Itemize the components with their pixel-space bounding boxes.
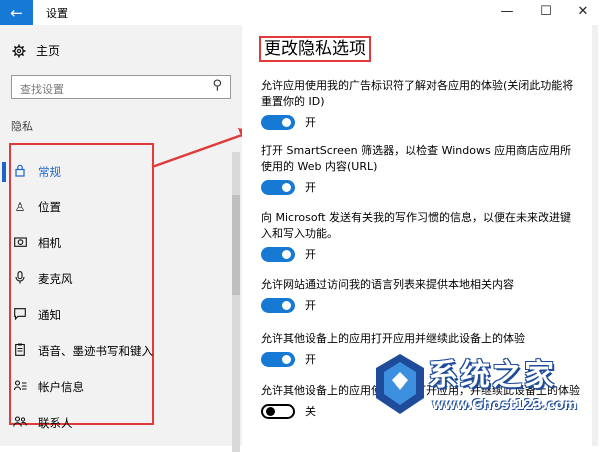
watermark-title: 系统之家 — [428, 358, 556, 393]
setting-advertising-id: 允许应用使用我的广告标识符了解对各应用的体验(关闭此功能将重置你的 ID) 开 — [261, 78, 581, 130]
search-icon: ⚲ — [212, 78, 222, 93]
toggle-state-label: 开 — [305, 116, 316, 129]
writing-habits-toggle[interactable] — [261, 246, 295, 262]
account-info-icon — [13, 380, 27, 394]
minimize-button[interactable]: — — [492, 2, 522, 22]
watermark: 系统之家 www.Ghost123.com — [370, 350, 598, 440]
window-title: 设置 — [46, 7, 68, 20]
toggle-state-label: 开 — [305, 181, 316, 194]
setting-description: 允许应用使用我的广告标识符了解对各应用的体验(关闭此功能将重置你的 ID) — [261, 79, 574, 108]
privacy-nav-list: 常规 ♙ 位置 相机 麦克风 通知 语音、墨迹书写和键入 帐户信息 联系人 — [2, 143, 154, 430]
sidebar-item-microphone[interactable]: 麦克风 — [11, 264, 211, 294]
sidebar-item-label: 通知 — [38, 308, 61, 322]
active-marker — [2, 162, 6, 182]
sidebar-item-label: 麦克风 — [38, 272, 73, 286]
sidebar-item-label: 常规 — [38, 165, 61, 179]
setting-language-list: 允许网站通过访问我的语言列表来提供本地相关内容 开 — [261, 277, 581, 313]
sidebar-item-label: 相机 — [38, 236, 61, 250]
language-list-toggle[interactable] — [261, 297, 295, 313]
section-label: 隐私 — [11, 120, 33, 133]
notification-icon — [13, 307, 27, 323]
smartscreen-toggle[interactable] — [261, 179, 295, 195]
gear-icon — [12, 44, 26, 57]
sidebar-item-speech-inking[interactable]: 语音、墨迹书写和键入 — [11, 336, 211, 366]
advertising-id-toggle[interactable] — [261, 114, 295, 130]
cross-device-toggle[interactable] — [261, 351, 295, 367]
close-button[interactable]: ✕ — [568, 2, 598, 22]
title-bar: ← 设置 — ☐ ✕ — [0, 0, 600, 25]
setting-writing-habits: 向 Microsoft 发送有关我的写作习惯的信息，以便在未来改进键入和写入功能… — [261, 210, 581, 262]
clipboard-icon — [13, 343, 27, 359]
maximize-button[interactable]: ☐ — [531, 2, 561, 22]
setting-description: 打开 SmartScreen 筛选器，以检查 Windows 应用商店应用所使用… — [261, 144, 572, 173]
watermark-url: www.Ghost123.com — [432, 398, 578, 413]
camera-icon — [13, 236, 27, 250]
contacts-icon — [13, 416, 27, 430]
home-label: 主页 — [36, 44, 61, 58]
toggle-state-label: 开 — [305, 248, 316, 261]
search-placeholder: 查找设置 — [20, 83, 64, 96]
sidebar-item-account-info[interactable]: 帐户信息 — [11, 372, 211, 402]
sidebar-item-camera[interactable]: 相机 — [11, 228, 211, 258]
sidebar-item-notifications[interactable]: 通知 — [11, 300, 211, 330]
sidebar-item-label: 联系人 — [38, 416, 73, 430]
search-input[interactable]: 查找设置 ⚲ — [11, 75, 231, 99]
bluetooth-cross-device-toggle[interactable] — [261, 403, 295, 419]
sidebar: 主页 查找设置 ⚲ 隐私 常规 ♙ 位置 相机 麦克风 通知 语音、墨迹书写和键… — [0, 25, 242, 452]
microphone-icon — [13, 271, 27, 287]
home-link[interactable]: 主页 — [12, 42, 60, 59]
watermark-logo-icon — [376, 354, 424, 414]
sidebar-item-location[interactable]: ♙ 位置 — [11, 192, 211, 222]
sidebar-item-label: 帐户信息 — [38, 380, 84, 394]
setting-description: 允许网站通过访问我的语言列表来提供本地相关内容 — [261, 278, 514, 291]
sidebar-scroll-thumb[interactable] — [232, 195, 240, 295]
back-arrow-icon: ← — [10, 3, 23, 22]
sidebar-item-label: 语音、墨迹书写和键入 — [38, 344, 153, 358]
sidebar-item-contacts[interactable]: 联系人 — [11, 408, 211, 438]
toggle-state-label: 开 — [305, 353, 316, 366]
lock-icon — [13, 164, 27, 180]
location-icon: ♙ — [14, 200, 26, 214]
page-title: 更改隐私选项 — [259, 36, 371, 62]
toggle-state-label: 关 — [305, 405, 316, 418]
sidebar-item-label: 位置 — [38, 200, 61, 214]
back-button[interactable]: ← — [0, 0, 33, 25]
setting-description: 允许其他设备上的应用打开应用并继续此设备上的体验 — [261, 332, 525, 345]
setting-description: 向 Microsoft 发送有关我的写作习惯的信息，以便在未来改进键入和写入功能… — [261, 211, 572, 240]
toggle-state-label: 开 — [305, 299, 316, 312]
setting-smartscreen: 打开 SmartScreen 筛选器，以检查 Windows 应用商店应用所使用… — [261, 143, 581, 195]
